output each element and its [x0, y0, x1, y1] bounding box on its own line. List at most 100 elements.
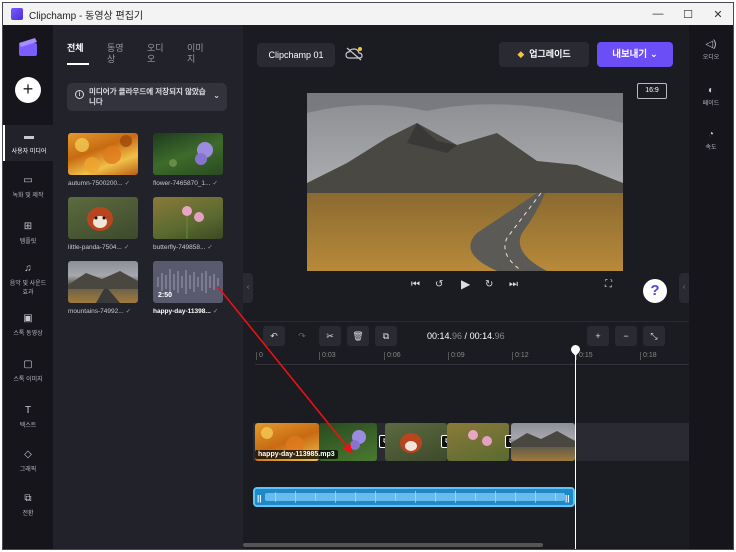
- editor-main: Clipchamp 01 ◆ 업그레이드 내보내기 ⌄ 16:9 ⏮ ↺ ▶ ↻…: [243, 25, 689, 549]
- property-audio[interactable]: ◁) 오디오: [689, 39, 733, 61]
- audio-track-clip[interactable]: || ||: [253, 487, 575, 507]
- timeline-ruler[interactable]: 0 0:03 0:06 0:09 0:12 0:15 0:18: [255, 349, 689, 365]
- speed-icon: ◔: [707, 129, 715, 140]
- media-thumb-butterfly[interactable]: [153, 197, 223, 239]
- autumn-image: [75, 135, 132, 173]
- tab-audio[interactable]: 오디오: [147, 43, 169, 65]
- export-button[interactable]: 내보내기 ⌄: [597, 42, 673, 67]
- media-label: happy-day-11398... ✓: [153, 308, 219, 315]
- ruler-tick: 0:12: [512, 352, 529, 360]
- close-button[interactable]: ✕: [703, 3, 733, 25]
- playback-controls: ⏮ ↺ ▶ ↻ ⏭ ⛶: [243, 275, 689, 297]
- add-media-button[interactable]: ⧉: [375, 326, 397, 346]
- skip-start-icon[interactable]: ⏮: [411, 279, 420, 290]
- tab-video[interactable]: 동영상: [107, 43, 129, 65]
- nav-label: 텍스트: [19, 423, 37, 429]
- nav-graphics[interactable]: ◇ 그래픽: [3, 449, 53, 473]
- nav-templates[interactable]: ⊞ 템플릿: [3, 221, 53, 245]
- nav-stock-video[interactable]: ▣ 스톡 동영상: [3, 313, 53, 337]
- play-icon[interactable]: ▶: [461, 277, 470, 291]
- delete-button[interactable]: 🗑: [347, 326, 369, 346]
- zoom-in-button[interactable]: +: [587, 326, 609, 346]
- transition-icon: ⧉: [24, 493, 32, 504]
- red-panda-image: [87, 207, 113, 231]
- red-panda-image: [400, 433, 422, 453]
- app-window: Clipchamp - 동영상 편집기 — ☐ ✕ + ▬ 사용자 미디어 ▭ …: [2, 2, 734, 550]
- create-new-button[interactable]: +: [15, 77, 41, 103]
- redo-button[interactable]: ↷: [291, 326, 313, 346]
- media-label: mountains-74992... ✓: [68, 308, 132, 315]
- audio-trim-handle-left[interactable]: ||: [257, 494, 261, 503]
- nav-label: 그래픽: [19, 467, 37, 473]
- nav-text[interactable]: T 텍스트: [3, 405, 53, 429]
- mountains-image: [511, 431, 575, 447]
- undo-button[interactable]: ↶: [263, 326, 285, 346]
- nav-label: 음악 및 사운드 효과: [9, 281, 47, 296]
- minimize-button[interactable]: —: [643, 3, 673, 25]
- aspect-ratio-button[interactable]: 16:9: [637, 83, 667, 99]
- media-label: little-panda-7504... ✓: [68, 244, 130, 251]
- media-panel: 전체 동영상 오디오 이미지 i 미디어가 클라우드에 저장되지 않았습니다 ⌄…: [53, 25, 243, 549]
- forward-icon[interactable]: ↻: [485, 279, 493, 290]
- skip-end-icon[interactable]: ⏭: [509, 279, 518, 290]
- timeline-scrollbar[interactable]: [243, 543, 543, 547]
- video-track: happy-day-113985.mp3 ⧉ ⧉ ⧉: [253, 423, 689, 461]
- rewind-icon[interactable]: ↺: [435, 279, 443, 290]
- nav-stock-images[interactable]: ▢ 스톡 이미지: [3, 359, 53, 383]
- duration-badge: 2:50: [158, 292, 173, 299]
- audio-waveform: || ||: [257, 491, 569, 503]
- clip-panda[interactable]: [385, 423, 447, 461]
- tab-all[interactable]: 전체: [67, 43, 89, 65]
- nav-label: 템플릿: [19, 239, 37, 245]
- nav-transitions[interactable]: ⧉ 전환: [3, 493, 53, 517]
- clip-butterfly[interactable]: [447, 423, 509, 461]
- nav-label: 사용자 미디어: [11, 149, 47, 155]
- nav-your-media[interactable]: ▬ 사용자 미디어: [3, 125, 53, 161]
- ruler-tick: 0:18: [640, 352, 657, 360]
- chevron-down-icon: ⌄: [213, 91, 220, 100]
- text-icon: T: [24, 405, 32, 416]
- fade-icon: ◐: [707, 85, 715, 96]
- timeline-toolbar: ↶ ↷ ✂ 🗑 ⧉ 00:14.96 / 00:14.96 + − ⤡: [243, 321, 689, 349]
- speaker-icon: ◁): [705, 39, 717, 50]
- film-icon: ▣: [23, 313, 33, 324]
- property-label: 오디오: [702, 55, 720, 61]
- nav-record-create[interactable]: ▭ 녹화 및 제작: [3, 175, 53, 199]
- playhead-line[interactable]: [575, 347, 576, 549]
- upgrade-button[interactable]: ◆ 업그레이드: [499, 42, 589, 67]
- media-thumb-flower[interactable]: [153, 133, 223, 175]
- help-button[interactable]: ?: [643, 279, 667, 303]
- window-title: Clipchamp - 동영상 편집기: [29, 10, 144, 22]
- music-icon: ♫: [24, 263, 32, 274]
- ruler-tick: 0:09: [448, 352, 465, 360]
- fullscreen-icon[interactable]: ⛶: [605, 279, 612, 290]
- video-preview[interactable]: [307, 93, 623, 271]
- property-speed[interactable]: ◔ 속도: [689, 129, 733, 151]
- media-thumb-mountains[interactable]: [68, 261, 138, 303]
- project-title[interactable]: Clipchamp 01: [257, 43, 335, 67]
- nav-label: 스톡 이미지: [13, 377, 43, 383]
- clip-mountains[interactable]: [511, 423, 575, 461]
- collapse-right-panel-button[interactable]: ‹: [679, 273, 689, 303]
- property-fade[interactable]: ◐ 페이드: [689, 85, 733, 107]
- nav-label: 전환: [22, 511, 34, 517]
- template-icon: ⊞: [23, 221, 33, 232]
- media-thumb-audio[interactable]: 2:50: [153, 261, 223, 303]
- cloud-notice[interactable]: i 미디어가 클라우드에 저장되지 않았습니다 ⌄: [67, 83, 227, 111]
- maximize-button[interactable]: ☐: [673, 3, 703, 25]
- split-button[interactable]: ✂: [319, 326, 341, 346]
- cloud-off-icon[interactable]: [345, 47, 363, 61]
- nav-music-sfx[interactable]: ♫ 음악 및 사운드 효과: [3, 263, 53, 296]
- media-label: butterfly-749858... ✓: [153, 244, 213, 251]
- media-thumb-panda[interactable]: [68, 197, 138, 239]
- collapse-left-panel-button[interactable]: ‹: [243, 273, 253, 303]
- zoom-out-button[interactable]: −: [615, 326, 637, 346]
- notice-text: 미디어가 클라우드에 저장되지 않았습니다: [89, 87, 206, 106]
- audio-trim-handle-right[interactable]: ||: [565, 494, 569, 503]
- fit-timeline-button[interactable]: ⤡: [643, 326, 665, 346]
- tab-images[interactable]: 이미지: [187, 43, 209, 65]
- media-thumb-autumn[interactable]: [68, 133, 138, 175]
- mountains-image: [68, 271, 138, 303]
- media-label: autumn-7500200... ✓: [68, 180, 131, 187]
- ruler-tick: 0: [256, 352, 263, 360]
